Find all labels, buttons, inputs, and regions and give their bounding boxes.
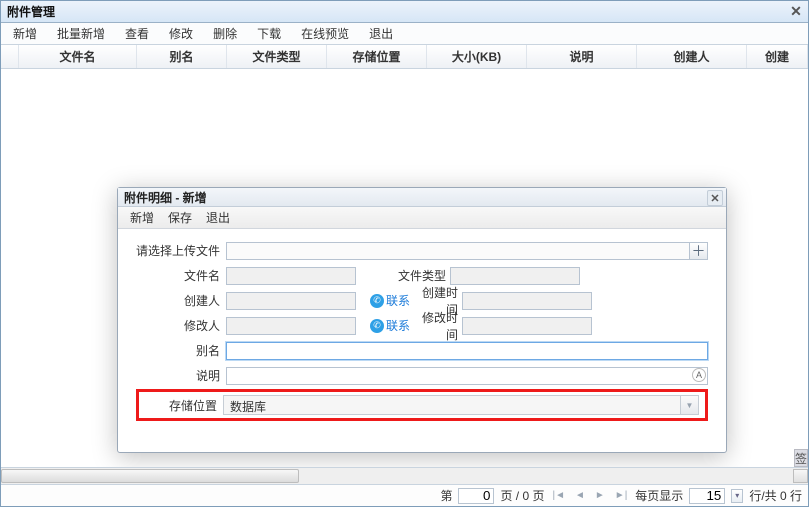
- filetype-input: [450, 267, 580, 285]
- contact-creator-link[interactable]: ✆ 联系: [370, 292, 410, 309]
- col-create-time[interactable]: 创建: [747, 45, 808, 68]
- modifier-input: [226, 317, 356, 335]
- scroll-right-icon[interactable]: [793, 469, 808, 483]
- lbl-modify-time: 修改时间: [412, 309, 462, 343]
- lbl-modifier: 修改人: [136, 317, 226, 334]
- dlg-tb-exit[interactable]: 退出: [206, 209, 230, 226]
- grid-body: 附件明细 - 新增 ✕ 新增 保存 退出 请选择上传文件 ＋ 文件名 文件类型: [1, 69, 808, 467]
- col-desc[interactable]: 说明: [527, 45, 637, 68]
- prev-page-icon[interactable]: ◄: [573, 490, 587, 501]
- contact-icon: ✆: [370, 319, 384, 333]
- file-path-input[interactable]: [226, 242, 690, 260]
- col-alias[interactable]: 别名: [137, 45, 227, 68]
- page-input[interactable]: [458, 488, 494, 504]
- lbl-filetype: 文件类型: [370, 267, 450, 284]
- tb-view[interactable]: 查看: [121, 23, 153, 44]
- scroll-thumb[interactable]: [1, 469, 299, 483]
- col-storage[interactable]: 存储位置: [327, 45, 427, 68]
- modify-time-input: [462, 317, 592, 335]
- lbl-creator: 创建人: [136, 292, 226, 309]
- attachment-detail-dialog: 附件明细 - 新增 ✕ 新增 保存 退出 请选择上传文件 ＋ 文件名 文件类型: [117, 187, 727, 453]
- tb-download[interactable]: 下载: [253, 23, 285, 44]
- dialog-close-icon[interactable]: ✕: [707, 190, 723, 206]
- lbl-filename: 文件名: [136, 267, 226, 284]
- file-browse-icon[interactable]: ＋: [690, 242, 708, 260]
- storage-select[interactable]: 数据库 ▼: [223, 395, 699, 415]
- create-time-input: [462, 292, 592, 310]
- per-page-dropdown-icon[interactable]: ▾: [731, 489, 743, 503]
- creator-input: [226, 292, 356, 310]
- side-tab[interactable]: 签: [794, 449, 808, 467]
- tb-delete[interactable]: 删除: [209, 23, 241, 44]
- per-page-input[interactable]: [689, 488, 725, 504]
- next-page-icon[interactable]: ►: [593, 490, 607, 501]
- lbl-alias: 别名: [136, 342, 226, 359]
- lbl-choose-file: 请选择上传文件: [136, 242, 226, 259]
- contact-modifier-link[interactable]: ✆ 联系: [370, 317, 410, 334]
- dlg-tb-new[interactable]: 新增: [130, 209, 154, 226]
- window-titlebar: 附件管理 ✕: [1, 1, 808, 23]
- window-title: 附件管理: [7, 3, 55, 20]
- tb-batch-new[interactable]: 批量新增: [53, 23, 109, 44]
- close-icon[interactable]: ✕: [788, 3, 804, 19]
- filename-input: [226, 267, 356, 285]
- dialog-form: 请选择上传文件 ＋ 文件名 文件类型 创建人 ✆: [118, 229, 726, 429]
- dialog-toolbar: 新增 保存 退出: [118, 207, 726, 229]
- tb-new[interactable]: 新增: [9, 23, 41, 44]
- per-page-label: 每页显示: [635, 487, 683, 504]
- alias-input[interactable]: [226, 342, 708, 360]
- dialog-titlebar[interactable]: 附件明细 - 新增 ✕: [118, 188, 726, 207]
- first-page-icon[interactable]: |◄: [550, 490, 567, 501]
- tb-edit[interactable]: 修改: [165, 23, 197, 44]
- horizontal-scrollbar[interactable]: [1, 467, 808, 484]
- tb-exit[interactable]: 退出: [365, 23, 397, 44]
- contact-icon: ✆: [370, 294, 384, 308]
- main-window: 附件管理 ✕ 新增 批量新增 查看 修改 删除 下载 在线预览 退出 文件名 别…: [0, 0, 809, 507]
- dialog-title: 附件明细 - 新增: [124, 189, 207, 206]
- chevron-down-icon[interactable]: ▼: [681, 395, 699, 415]
- page-label: 第: [440, 487, 452, 504]
- col-creator[interactable]: 创建人: [637, 45, 747, 68]
- main-toolbar: 新增 批量新增 查看 修改 删除 下载 在线预览 退出: [1, 23, 808, 45]
- grid-header: 文件名 别名 文件类型 存储位置 大小(KB) 说明 创建人 创建: [1, 45, 808, 69]
- tb-preview[interactable]: 在线预览: [297, 23, 353, 44]
- edit-ellipsis-icon[interactable]: A: [692, 368, 706, 382]
- last-page-icon[interactable]: ►|: [613, 490, 630, 501]
- col-filetype[interactable]: 文件类型: [227, 45, 327, 68]
- dlg-tb-save[interactable]: 保存: [168, 209, 192, 226]
- storage-value: 数据库: [223, 395, 681, 415]
- col-filename[interactable]: 文件名: [19, 45, 137, 68]
- desc-input[interactable]: [226, 367, 708, 385]
- status-bar: 第 页 / 0 页 |◄ ◄ ► ►| 每页显示 ▾ 行/共 0 行: [1, 484, 808, 506]
- page-total: 页 / 0 页: [500, 487, 544, 504]
- lbl-desc: 说明: [136, 367, 226, 384]
- rows-total: 行/共 0 行: [749, 487, 802, 504]
- col-size[interactable]: 大小(KB): [427, 45, 527, 68]
- lbl-storage: 存储位置: [145, 397, 223, 414]
- storage-row-highlight: 存储位置 数据库 ▼: [136, 389, 708, 421]
